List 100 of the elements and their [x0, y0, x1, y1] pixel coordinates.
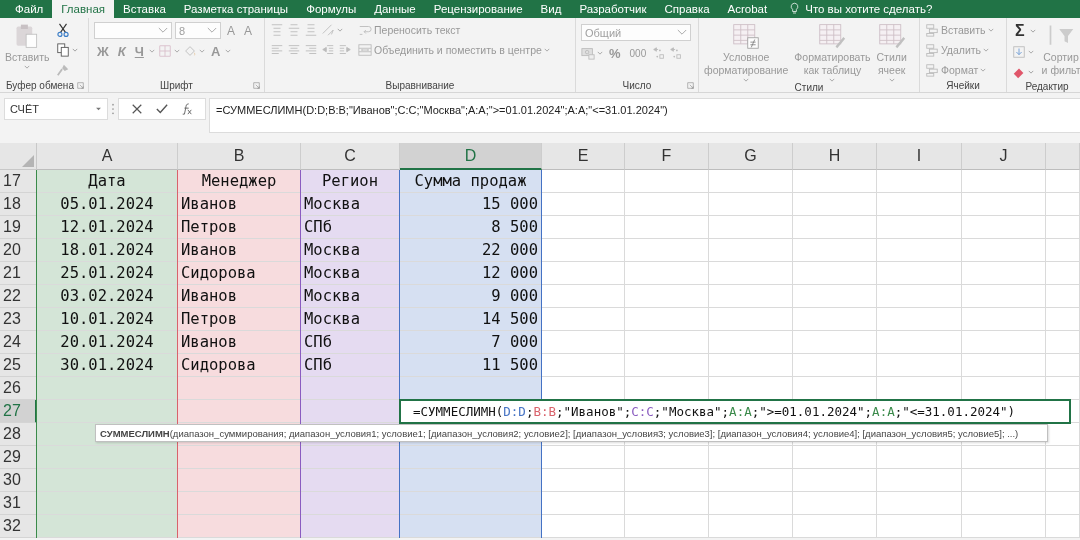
caret-icon [158, 27, 168, 34]
row-header[interactable]: 28 [0, 423, 37, 446]
table-cell [1046, 492, 1080, 515]
fill-down-icon [1012, 45, 1026, 59]
table-cell: Москва [301, 193, 400, 216]
caret-icon [543, 48, 550, 52]
column-header[interactable]: H [793, 143, 877, 170]
align-center-icon [287, 43, 301, 57]
column-header[interactable]: G [709, 143, 793, 170]
row-header[interactable]: 22 [0, 285, 37, 308]
group-label: Редактир [1025, 80, 1069, 92]
caret-icon [173, 49, 180, 53]
dialog-launcher-icon[interactable] [77, 82, 84, 89]
ribbon-tab[interactable]: Вставка [114, 0, 175, 18]
table-cell [1046, 193, 1080, 216]
grip-icon [111, 103, 115, 115]
column-header[interactable]: I [877, 143, 962, 170]
ribbon-tab[interactable]: Данные [365, 0, 425, 18]
copy-icon [55, 43, 70, 57]
row-header[interactable]: 32 [0, 515, 37, 538]
table-cell: Сумма продаж [400, 170, 542, 193]
row-header[interactable]: 24 [0, 331, 37, 354]
column-header[interactable]: F [625, 143, 709, 170]
table-cell: 14 500 [400, 308, 542, 331]
checkmark-icon[interactable] [156, 103, 168, 115]
row-header[interactable]: 17 [0, 170, 37, 193]
table-cell [1046, 239, 1080, 262]
row-header[interactable]: 19 [0, 216, 37, 239]
table-cell: 25.01.2024 [37, 262, 178, 285]
select-all-button[interactable] [0, 143, 37, 170]
ribbon-tab[interactable]: Формулы [297, 0, 366, 18]
table-cell [1046, 308, 1080, 331]
dialog-launcher-icon[interactable] [253, 82, 260, 89]
table-cell [1046, 262, 1080, 285]
column-header[interactable] [1046, 143, 1080, 170]
caret-icon [677, 29, 687, 36]
formula-cell-editor[interactable]: =СУММЕСЛИМН(D:D;B:B;"Иванов";C:C;"Москва";A:A;">=01.01.2024";A:A;"<=31.01.2024") [399, 399, 1071, 424]
column-header[interactable]: D [400, 143, 542, 170]
function-icon[interactable] [180, 103, 193, 115]
name-box[interactable]: СЧЁТ [4, 98, 108, 120]
table-cell: СПб [301, 216, 400, 239]
ribbon-tab[interactable]: Главная [52, 0, 115, 18]
table-cell [1046, 170, 1080, 193]
row-header[interactable]: 30 [0, 469, 37, 492]
column-header[interactable]: J [962, 143, 1046, 170]
table-cell: 8 500 [400, 216, 542, 239]
row-header[interactable]: 31 [0, 492, 37, 515]
table-cell [1046, 331, 1080, 354]
format-icon [925, 63, 939, 77]
table-cell: 22 000 [400, 239, 542, 262]
ribbon-tab[interactable]: Справка [655, 0, 719, 18]
text-angle-icon [321, 23, 335, 37]
row-header[interactable]: 26 [0, 377, 37, 400]
ribbon-tab[interactable]: Разметка страницы [174, 0, 298, 18]
function-tooltip: СУММЕСЛИМН(диапазон_суммирования; диапазон_условия1; условие1; [диапазон_условия2; условие2]; [диапазон_условия3; условие3]; [диапазон_условия4; условие4]; [диапазон_условия5; условие5]; ...) [95, 424, 1048, 442]
table-cell: 05.01.2024 [37, 193, 178, 216]
ribbon-tab[interactable]: Рецензирование [424, 0, 532, 18]
row-header[interactable]: 27 [0, 400, 37, 423]
group-label: Число [622, 79, 652, 91]
align-top-icon [270, 23, 284, 37]
ribbon-icon-button[interactable] [55, 42, 78, 58]
ribbon-tab[interactable]: Разработчик [570, 0, 656, 18]
table-cell: Иванов [178, 193, 301, 216]
caret-icon [597, 51, 603, 55]
caret-icon [198, 49, 205, 53]
column-header[interactable]: B [178, 143, 301, 170]
column-header[interactable]: E [542, 143, 625, 170]
table-cell: 03.02.2024 [37, 285, 178, 308]
caret-icon [71, 48, 78, 52]
ribbon-tab[interactable]: Вид [531, 0, 571, 18]
dialog-launcher-icon[interactable] [687, 82, 694, 89]
increase-decimal-icon [652, 46, 667, 60]
search-field[interactable]: Что вы хотите сделать? [805, 0, 1006, 18]
row-header[interactable]: 29 [0, 446, 37, 469]
column-header[interactable]: A [37, 143, 178, 170]
table-brush-icon [818, 22, 847, 50]
ribbon-tab[interactable]: Acrobat [718, 0, 777, 18]
align-bottom-icon [304, 23, 318, 37]
table-cell: Петров [178, 308, 301, 331]
row-header[interactable]: 23 [0, 308, 37, 331]
ribbon-button[interactable]: Σ [1012, 22, 1036, 40]
row-header[interactable]: 25 [0, 354, 37, 377]
ribbon-tab[interactable]: Файл [6, 0, 53, 18]
table-cell: Сидорова [178, 262, 301, 285]
column-header[interactable]: C [301, 143, 400, 170]
formula-field[interactable]: =СУММЕСЛИМН(D:D;B:B;"Иванов";C:C;"Москва";A:A;">=01.01.2024";A:A;"<=31.01.2024") [209, 98, 1080, 133]
table-cell: 10.01.2024 [37, 308, 178, 331]
table-cell: 12 000 [400, 262, 542, 285]
caret-icon [24, 65, 31, 69]
row-header[interactable]: 18 [0, 193, 37, 216]
table-cell: Сидорова [178, 354, 301, 377]
row-header[interactable]: 21 [0, 262, 37, 285]
table-cell [1046, 285, 1080, 308]
caret-icon [1028, 50, 1034, 54]
delete-rows-icon [925, 43, 939, 57]
table-cell: 30.01.2024 [37, 354, 178, 377]
row-header[interactable]: 20 [0, 239, 37, 262]
cancel-icon[interactable] [131, 103, 144, 115]
ribbon-icon-button[interactable] [55, 22, 70, 38]
table-cell: Москва [301, 262, 400, 285]
